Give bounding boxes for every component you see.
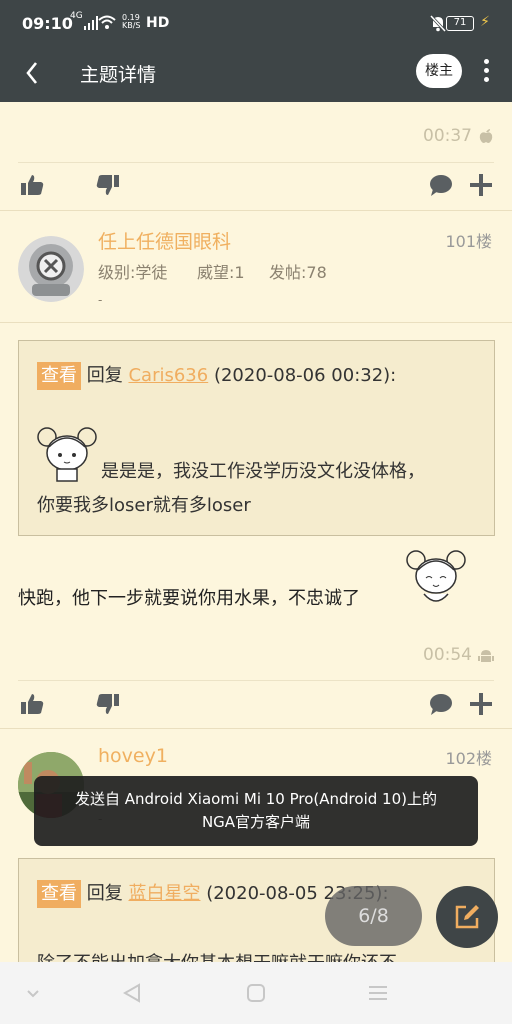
divider (0, 728, 512, 729)
nav-down-icon[interactable] (22, 982, 44, 1004)
hd-indicator: HD (146, 15, 170, 31)
username[interactable]: 任上任德国眼科 (98, 227, 231, 254)
compose-button[interactable] (436, 886, 498, 948)
page-title: 主题详情 (80, 64, 157, 86)
view-tag[interactable]: 查看 (37, 880, 81, 908)
comment-icon[interactable] (428, 691, 454, 717)
quote-block: 查看 回复 Caris636 (2020-08-06 00:32): 是是是，我… (18, 340, 495, 536)
net-speed: 0.19 KB/S (122, 14, 141, 30)
more-menu-icon[interactable] (482, 56, 490, 88)
apple-icon (479, 129, 493, 143)
divider (0, 322, 512, 323)
anime-sticker-icon (37, 427, 97, 482)
thumbs-up-icon[interactable] (20, 691, 46, 717)
add-icon[interactable] (468, 691, 494, 717)
post-actions (0, 162, 512, 210)
divider (0, 210, 512, 211)
diving-helmet-avatar-icon (18, 236, 84, 302)
user-prestige: 威望:1 (197, 263, 245, 282)
toast-line1: 发送自 Android Xiaomi Mi 10 Pro(Android 10)… (75, 790, 437, 808)
toast-message: 发送自 Android Xiaomi Mi 10 Pro(Android 10)… (34, 776, 478, 846)
back-icon[interactable] (24, 60, 40, 86)
post-time: 00:54 (423, 645, 472, 665)
avatar[interactable] (18, 236, 84, 302)
comment-icon[interactable] (428, 172, 454, 198)
charging-icon: ⚡ (480, 14, 490, 30)
quote-text-line2: 你要我多loser就有多loser (37, 495, 251, 516)
louzhu-button[interactable]: 楼主 (416, 54, 462, 88)
post-actions (0, 681, 512, 729)
quote-header: 查看 回复 Caris636 (2020-08-06 00:32): (37, 361, 396, 390)
signature: - (98, 293, 103, 307)
floor-number: 102楼 (445, 749, 492, 768)
anime-sticker-icon (406, 550, 466, 602)
user-level: 级别:学徒 (98, 263, 168, 282)
app-bar: 主题详情 楼主 (0, 48, 512, 102)
thumbs-down-icon[interactable] (94, 691, 120, 717)
add-icon[interactable] (468, 172, 494, 198)
speed-unit: KB/S (122, 21, 141, 30)
reply-user-link[interactable]: Caris636 (128, 365, 208, 386)
reply-prefix: 回复 (86, 365, 123, 386)
reply-user-link[interactable]: 蓝白星空 (128, 883, 200, 904)
status-time: 09:10 (22, 14, 73, 33)
user-posts: 发帖:78 (269, 263, 327, 282)
mute-bell-icon (430, 15, 446, 32)
status-bar: 09:10 4G 0.19 KB/S HD 71 ⚡ (0, 0, 512, 48)
nav-home-icon[interactable] (245, 982, 267, 1004)
quote-text-line1: 是是是，我没工作没学历没文化没体格， (101, 461, 425, 482)
page-indicator-button[interactable]: 6/8 (325, 886, 422, 946)
quote-block: 查看 回复 蓝白星空 (2020-08-05 23:25): 除了不能出加拿大你… (18, 858, 495, 978)
post-time: 00:37 (423, 126, 472, 146)
nav-menu-icon[interactable] (367, 982, 389, 1004)
system-nav-bar (0, 962, 512, 1024)
toast-line2: NGA官方客户端 (201, 813, 311, 831)
post-body: 快跑，他下一步就要说你用水果，不忠诚了 (18, 588, 360, 609)
reply-date: (2020-08-06 00:32): (213, 365, 397, 386)
wifi-icon (98, 15, 116, 29)
floor-number: 101楼 (445, 232, 492, 251)
battery-indicator: 71 (446, 16, 474, 31)
username[interactable]: hovey1 (98, 745, 168, 767)
view-tag[interactable]: 查看 (37, 362, 81, 390)
network-type: 4G (70, 11, 83, 21)
signal-icon (84, 16, 98, 30)
android-icon (478, 650, 494, 662)
thumbs-up-icon[interactable] (20, 172, 46, 198)
nav-back-icon[interactable] (121, 982, 143, 1004)
thumbs-down-icon[interactable] (94, 172, 120, 198)
edit-icon (455, 905, 479, 929)
reply-prefix: 回复 (86, 883, 123, 904)
